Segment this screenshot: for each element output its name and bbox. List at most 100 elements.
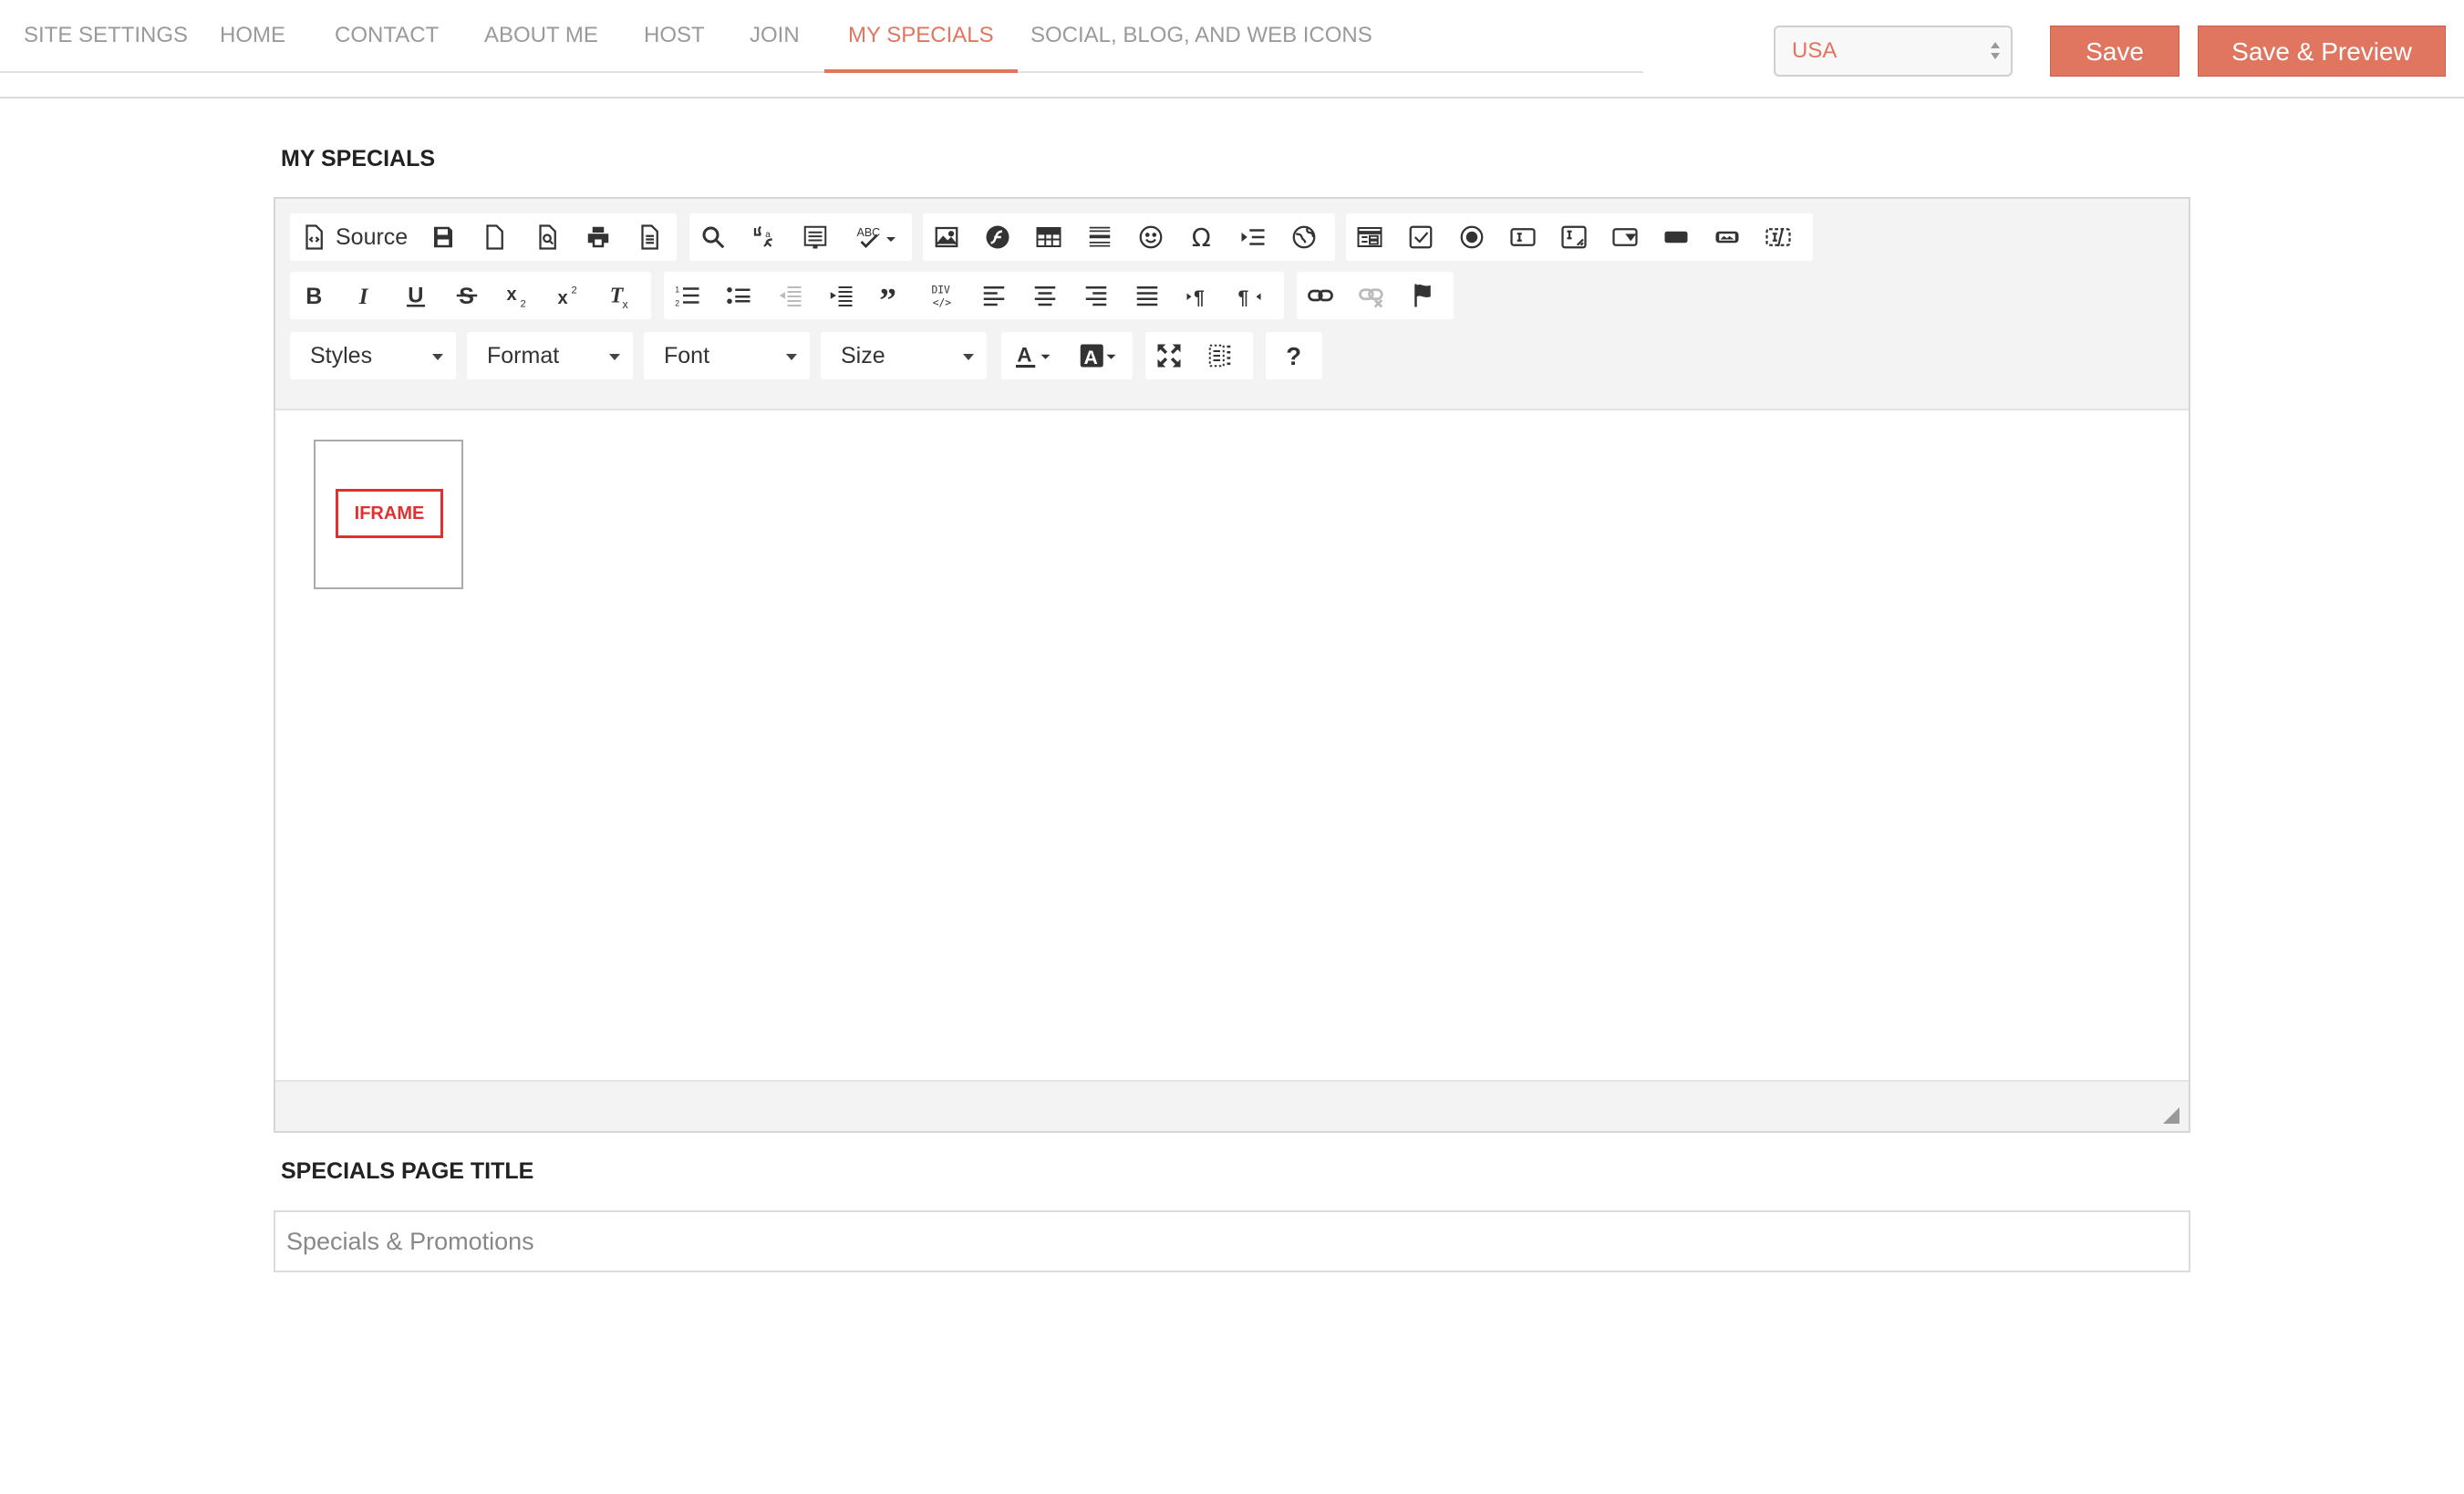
hidden-field-icon[interactable] — [1760, 219, 1796, 255]
button-icon[interactable] — [1658, 219, 1694, 255]
toolbar-group-insert: Ω — [923, 213, 1335, 261]
tab-site-settings[interactable]: SITE SETTINGS — [24, 0, 188, 71]
svg-text:¶: ¶ — [1194, 286, 1205, 308]
maximize-icon[interactable] — [1151, 337, 1187, 374]
tab-about-me[interactable]: ABOUT ME — [484, 0, 598, 71]
size-dropdown[interactable]: Size — [821, 332, 987, 379]
print-icon[interactable] — [580, 219, 616, 255]
svg-text:Ω: Ω — [1192, 223, 1211, 251]
special-character-icon[interactable]: Ω — [1184, 219, 1220, 255]
svg-text:B: B — [305, 284, 322, 309]
show-blocks-icon[interactable] — [1202, 337, 1238, 374]
tab-home[interactable]: HOME — [220, 0, 285, 71]
templates-icon[interactable] — [631, 219, 668, 255]
specials-page-title-input[interactable] — [274, 1210, 2190, 1272]
help-icon[interactable]: ? — [1276, 337, 1312, 374]
superscript-icon[interactable]: x2 — [551, 277, 587, 314]
page-break-icon[interactable] — [1235, 219, 1271, 255]
unlink-icon[interactable] — [1353, 277, 1390, 314]
select-field-icon[interactable] — [1607, 219, 1643, 255]
toolbar-group-forms — [1346, 213, 1813, 261]
toolbar-group-about: ? — [1266, 332, 1322, 379]
iframe-icon[interactable] — [1286, 219, 1322, 255]
rich-text-editor: Source a ABC Ω B I U S x 2 x 2 T x 1 2 ”… — [274, 197, 2190, 1133]
tab-contact[interactable]: CONTACT — [335, 0, 439, 71]
svg-text:x: x — [623, 298, 629, 309]
align-right-icon[interactable] — [1078, 277, 1114, 314]
format-dropdown[interactable]: Format — [467, 332, 633, 379]
top-bar: SITE SETTINGS HOME CONTACT ABOUT ME HOST… — [0, 0, 2464, 99]
flash-icon[interactable] — [979, 219, 1016, 255]
iframe-badge: IFRAME — [336, 489, 443, 538]
strikethrough-icon[interactable]: S — [449, 277, 485, 314]
iframe-placeholder[interactable]: IFRAME — [314, 440, 463, 589]
create-div-icon[interactable]: DIV </> — [925, 277, 961, 314]
chevron-down-icon — [963, 354, 974, 360]
align-center-icon[interactable] — [1027, 277, 1063, 314]
svg-text:</>: </> — [933, 296, 952, 308]
increase-indent-icon[interactable] — [823, 277, 859, 314]
resize-handle-icon[interactable] — [2163, 1107, 2179, 1124]
tab-join[interactable]: JOIN — [750, 0, 800, 71]
smiley-icon[interactable] — [1133, 219, 1169, 255]
save-and-preview-button[interactable]: Save & Preview — [2198, 26, 2446, 77]
save-icon[interactable] — [425, 219, 461, 255]
spellcheck-icon[interactable]: ABC — [850, 219, 905, 255]
styles-dropdown[interactable]: Styles — [290, 332, 456, 379]
editor-status-bar — [275, 1080, 2189, 1131]
subscript-icon[interactable]: x2 — [500, 277, 536, 314]
font-dropdown-label: Font — [664, 343, 710, 368]
text-direction-rtl-icon[interactable]: ¶ — [1231, 277, 1268, 314]
chevron-down-icon — [786, 354, 797, 360]
bulleted-list-icon[interactable] — [720, 277, 757, 314]
replace-icon[interactable]: a — [746, 219, 782, 255]
save-button[interactable]: Save — [2050, 26, 2179, 77]
svg-text:a: a — [765, 230, 771, 240]
svg-text:1: 1 — [675, 285, 679, 294]
tab-my-specials[interactable]: MY SPECIALS — [824, 0, 1018, 73]
text-direction-ltr-icon[interactable]: ¶ — [1180, 277, 1216, 314]
justify-icon[interactable] — [1129, 277, 1165, 314]
anchor-flag-icon[interactable] — [1404, 277, 1441, 314]
text-field-icon[interactable] — [1505, 219, 1541, 255]
select-arrows-icon — [1991, 40, 2000, 62]
italic-icon[interactable]: I — [347, 277, 383, 314]
find-icon[interactable] — [695, 219, 731, 255]
decrease-indent-icon[interactable] — [771, 277, 808, 314]
underline-icon[interactable]: U — [398, 277, 434, 314]
preview-icon[interactable] — [529, 219, 565, 255]
svg-text:¶: ¶ — [1238, 286, 1249, 308]
textarea-icon[interactable] — [1556, 219, 1592, 255]
background-color-icon[interactable]: A — [1072, 337, 1127, 374]
svg-text:x: x — [507, 285, 517, 305]
image-icon[interactable] — [928, 219, 965, 255]
source-icon[interactable] — [295, 219, 332, 255]
form-icon[interactable] — [1351, 219, 1388, 255]
svg-text:2: 2 — [675, 298, 679, 307]
tab-host[interactable]: HOST — [644, 0, 705, 71]
font-dropdown[interactable]: Font — [644, 332, 810, 379]
align-left-icon[interactable] — [976, 277, 1012, 314]
source-button-label[interactable]: Source — [336, 213, 408, 261]
svg-text:x: x — [558, 288, 568, 308]
checkbox-icon[interactable] — [1403, 219, 1439, 255]
editor-toolbar: Source a ABC Ω B I U S x 2 x 2 T x 1 2 ”… — [275, 199, 2189, 410]
bold-icon[interactable]: B — [295, 277, 332, 314]
blockquote-icon[interactable]: ” — [874, 277, 910, 314]
tab-bar: SITE SETTINGS HOME CONTACT ABOUT ME HOST… — [0, 0, 1643, 73]
remove-format-icon[interactable]: Tx — [602, 277, 638, 314]
svg-text:A: A — [1017, 343, 1031, 366]
link-icon[interactable] — [1302, 277, 1339, 314]
tab-social-blog-web-icons[interactable]: SOCIAL, BLOG, AND WEB ICONS — [1030, 0, 1372, 71]
new-page-icon[interactable] — [476, 219, 512, 255]
specials-page-title-label: SPECIALS PAGE TITLE — [281, 1158, 534, 1184]
editor-content-area[interactable]: IFRAME — [275, 410, 2189, 1085]
select-all-icon[interactable] — [797, 219, 833, 255]
table-icon[interactable] — [1030, 219, 1067, 255]
radio-button-icon[interactable] — [1454, 219, 1490, 255]
horizontal-line-icon[interactable] — [1082, 219, 1118, 255]
image-button-icon[interactable] — [1709, 219, 1745, 255]
text-color-icon[interactable]: A — [1007, 337, 1061, 374]
numbered-list-icon[interactable]: 12 — [669, 277, 706, 314]
country-select[interactable]: USA — [1774, 26, 2013, 77]
